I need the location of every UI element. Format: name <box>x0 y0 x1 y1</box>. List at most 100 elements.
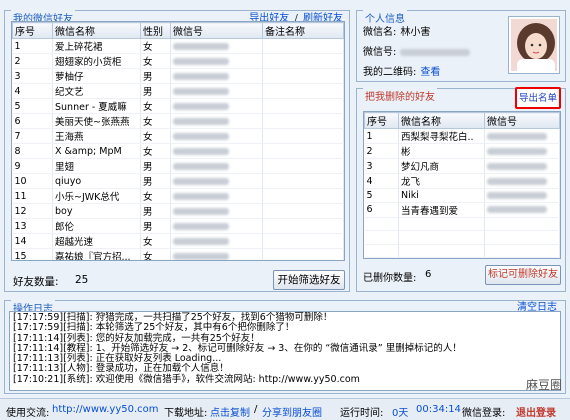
col-header-remark[interactable]: 备注名称 <box>262 22 344 39</box>
table-row[interactable]: 14 超越光速女 <box>12 233 344 249</box>
col-header-name[interactable]: 微信名称 <box>52 22 141 39</box>
row-wechat-id <box>170 113 263 129</box>
row-name: 西梨梨寻梨花白.. <box>398 128 485 144</box>
log-line: [17:10:21][系统]: 欢迎使用《微信猎手》，软件交流网站: http:… <box>13 373 360 385</box>
friends-table[interactable]: 序号 微信名称 性别 微信号 备注名称 1 爱上碎花裙女 2 翅翅家的小货柜女 3 萝柚仔… <box>11 21 345 261</box>
runtime-days: 0天 <box>392 408 409 419</box>
table-row[interactable]: 1 西梨梨寻梨花白.. <box>364 128 560 144</box>
row-name: 郎伦 <box>52 218 141 234</box>
row-no: 2 <box>364 143 399 159</box>
wechat-id-blurred <box>487 162 547 170</box>
row-no: 7 <box>12 128 53 144</box>
table-row[interactable]: 9 里翅男 <box>12 158 344 174</box>
row-remark <box>262 248 344 260</box>
copy-link[interactable]: 点击复制 <box>210 404 250 419</box>
deleted-col-name[interactable]: 微信名称 <box>398 112 485 129</box>
exchange-url-link[interactable]: http://www.yy50.com <box>52 404 159 415</box>
deleted-col-wechat-id[interactable]: 微信号 <box>484 112 560 129</box>
row-name: Niki <box>398 188 485 203</box>
deleted-count-label: 已删你数量: <box>363 273 417 284</box>
col-header-no[interactable]: 序号 <box>12 22 53 39</box>
table-row[interactable]: 8X &amp; MpM 女 <box>12 143 344 159</box>
table-row[interactable]: 12 boy 男 <box>12 203 344 219</box>
row-name: 彬 <box>398 143 485 159</box>
row-name: 超越光速 <box>52 233 141 249</box>
export-list-button[interactable]: 导出名单 <box>515 87 561 109</box>
runtime-label: 运行时间: <box>340 408 384 419</box>
table-row[interactable]: 6 美丽天使~张燕燕女 <box>12 113 344 129</box>
row-wechat-id <box>170 83 263 99</box>
row-no: 5 <box>12 98 53 114</box>
watermark-text: 麻豆圈 <box>525 378 562 392</box>
row-no: 13 <box>12 218 53 234</box>
row-remark <box>262 113 344 129</box>
row-name: 翅翅家的小货柜 <box>52 53 141 69</box>
wechat-id-blurred <box>487 177 547 185</box>
start-filter-button[interactable]: 开始筛选好友 <box>273 270 345 290</box>
row-remark <box>262 53 344 69</box>
row-remark <box>262 38 344 54</box>
table-row[interactable]: 11 小乐~JWK总代女 <box>12 188 344 204</box>
share-moments-link[interactable]: 分享到朋友圈 <box>262 404 322 419</box>
wechat-id-label: 微信号: <box>363 47 397 58</box>
row-name: 梦幻凡商 <box>398 158 485 174</box>
row-name: 里翅 <box>52 158 141 174</box>
wechat-id-blurred <box>173 132 229 140</box>
row-no: 1 <box>12 38 53 54</box>
row-no: 6 <box>12 113 53 129</box>
row-wechat-id <box>484 158 560 174</box>
row-wechat-id <box>170 203 263 219</box>
row-no: 6 <box>364 202 399 218</box>
empty-row <box>364 230 560 245</box>
runtime-clock: 00:34:14 <box>416 404 461 415</box>
row-gender: 男 <box>140 173 171 189</box>
wechat-id-blurred <box>173 222 229 230</box>
row-remark <box>262 143 344 159</box>
table-row[interactable]: 10 qiuyo 男 <box>12 173 344 189</box>
mark-deletable-button[interactable]: 标记可删除好友 <box>485 265 561 285</box>
row-gender: 女 <box>140 248 171 260</box>
deleted-count-value: 6 <box>425 269 432 280</box>
status-bar: 使用交流: http://www.yy50.com 下载地址: 点击复制 / 分… <box>0 398 570 420</box>
row-remark <box>262 218 344 234</box>
col-header-gender[interactable]: 性别 <box>140 22 171 39</box>
table-row[interactable]: 13 郎伦男 <box>12 218 344 234</box>
row-gender: 女 <box>140 233 171 249</box>
deleted-friends-table[interactable]: 序号 微信名称 微信号 1 西梨梨寻梨花白.. 2 彬 3 梦幻凡商 4 龙飞 5 Niki 6 当青… <box>363 111 561 259</box>
table-row[interactable]: 5 Sunner - 夏威嘛女 <box>12 98 344 114</box>
table-row[interactable]: 3 萝柚仔男 <box>12 68 344 84</box>
wechat-id-blurred <box>173 117 229 125</box>
row-no: 14 <box>12 233 53 249</box>
row-remark <box>262 233 344 249</box>
row-gender: 女 <box>140 128 171 144</box>
table-row[interactable]: 15 嘉祐娘『官方招... 女 <box>12 248 344 260</box>
friends-panel: 我的微信好友 导出好友 / 刷新好友 序号 微信名称 性别 微信号 备注名称 1… <box>4 10 350 292</box>
table-row[interactable]: 2彬 <box>364 143 560 159</box>
row-wechat-id <box>484 173 560 189</box>
table-row[interactable]: 2 翅翅家的小货柜女 <box>12 53 344 69</box>
log-textbox[interactable]: [17:17:59][扫描]: 狩猎完成，一共扫描了25个好友，找到6个猎物可删… <box>9 311 561 391</box>
friend-count-label: 好友数量: <box>13 276 59 288</box>
row-wechat-id <box>170 248 263 260</box>
row-remark <box>262 203 344 219</box>
row-name: 嘉祐娘『官方招... <box>52 248 141 260</box>
qr-label: 我的二维码: <box>363 67 417 78</box>
share-separator: / <box>254 404 258 415</box>
table-row[interactable]: 4 龙飞 <box>364 173 560 189</box>
row-gender: 女 <box>140 143 171 159</box>
deleted-col-no[interactable]: 序号 <box>364 112 399 129</box>
col-header-wechat-id[interactable]: 微信号 <box>170 22 263 39</box>
row-gender: 男 <box>140 68 171 84</box>
table-row[interactable]: 3 梦幻凡商 <box>364 158 560 174</box>
table-row[interactable]: 1 爱上碎花裙女 <box>12 38 344 54</box>
table-row[interactable]: 6 当青春遇到爱 <box>364 202 560 218</box>
row-wechat-id <box>484 202 560 218</box>
qr-view-link[interactable]: 查看 <box>420 67 440 78</box>
logout-link[interactable]: 退出登录 <box>516 404 556 419</box>
row-name: Sunner - 夏威嘛 <box>52 98 141 114</box>
table-row[interactable]: 7 王海燕女 <box>12 128 344 144</box>
table-row[interactable]: 5 Niki <box>364 188 560 203</box>
table-row[interactable]: 4 纪文艺男 <box>12 83 344 99</box>
exchange-label: 使用交流: <box>6 408 50 419</box>
nickname-label: 微信名: <box>363 27 397 38</box>
